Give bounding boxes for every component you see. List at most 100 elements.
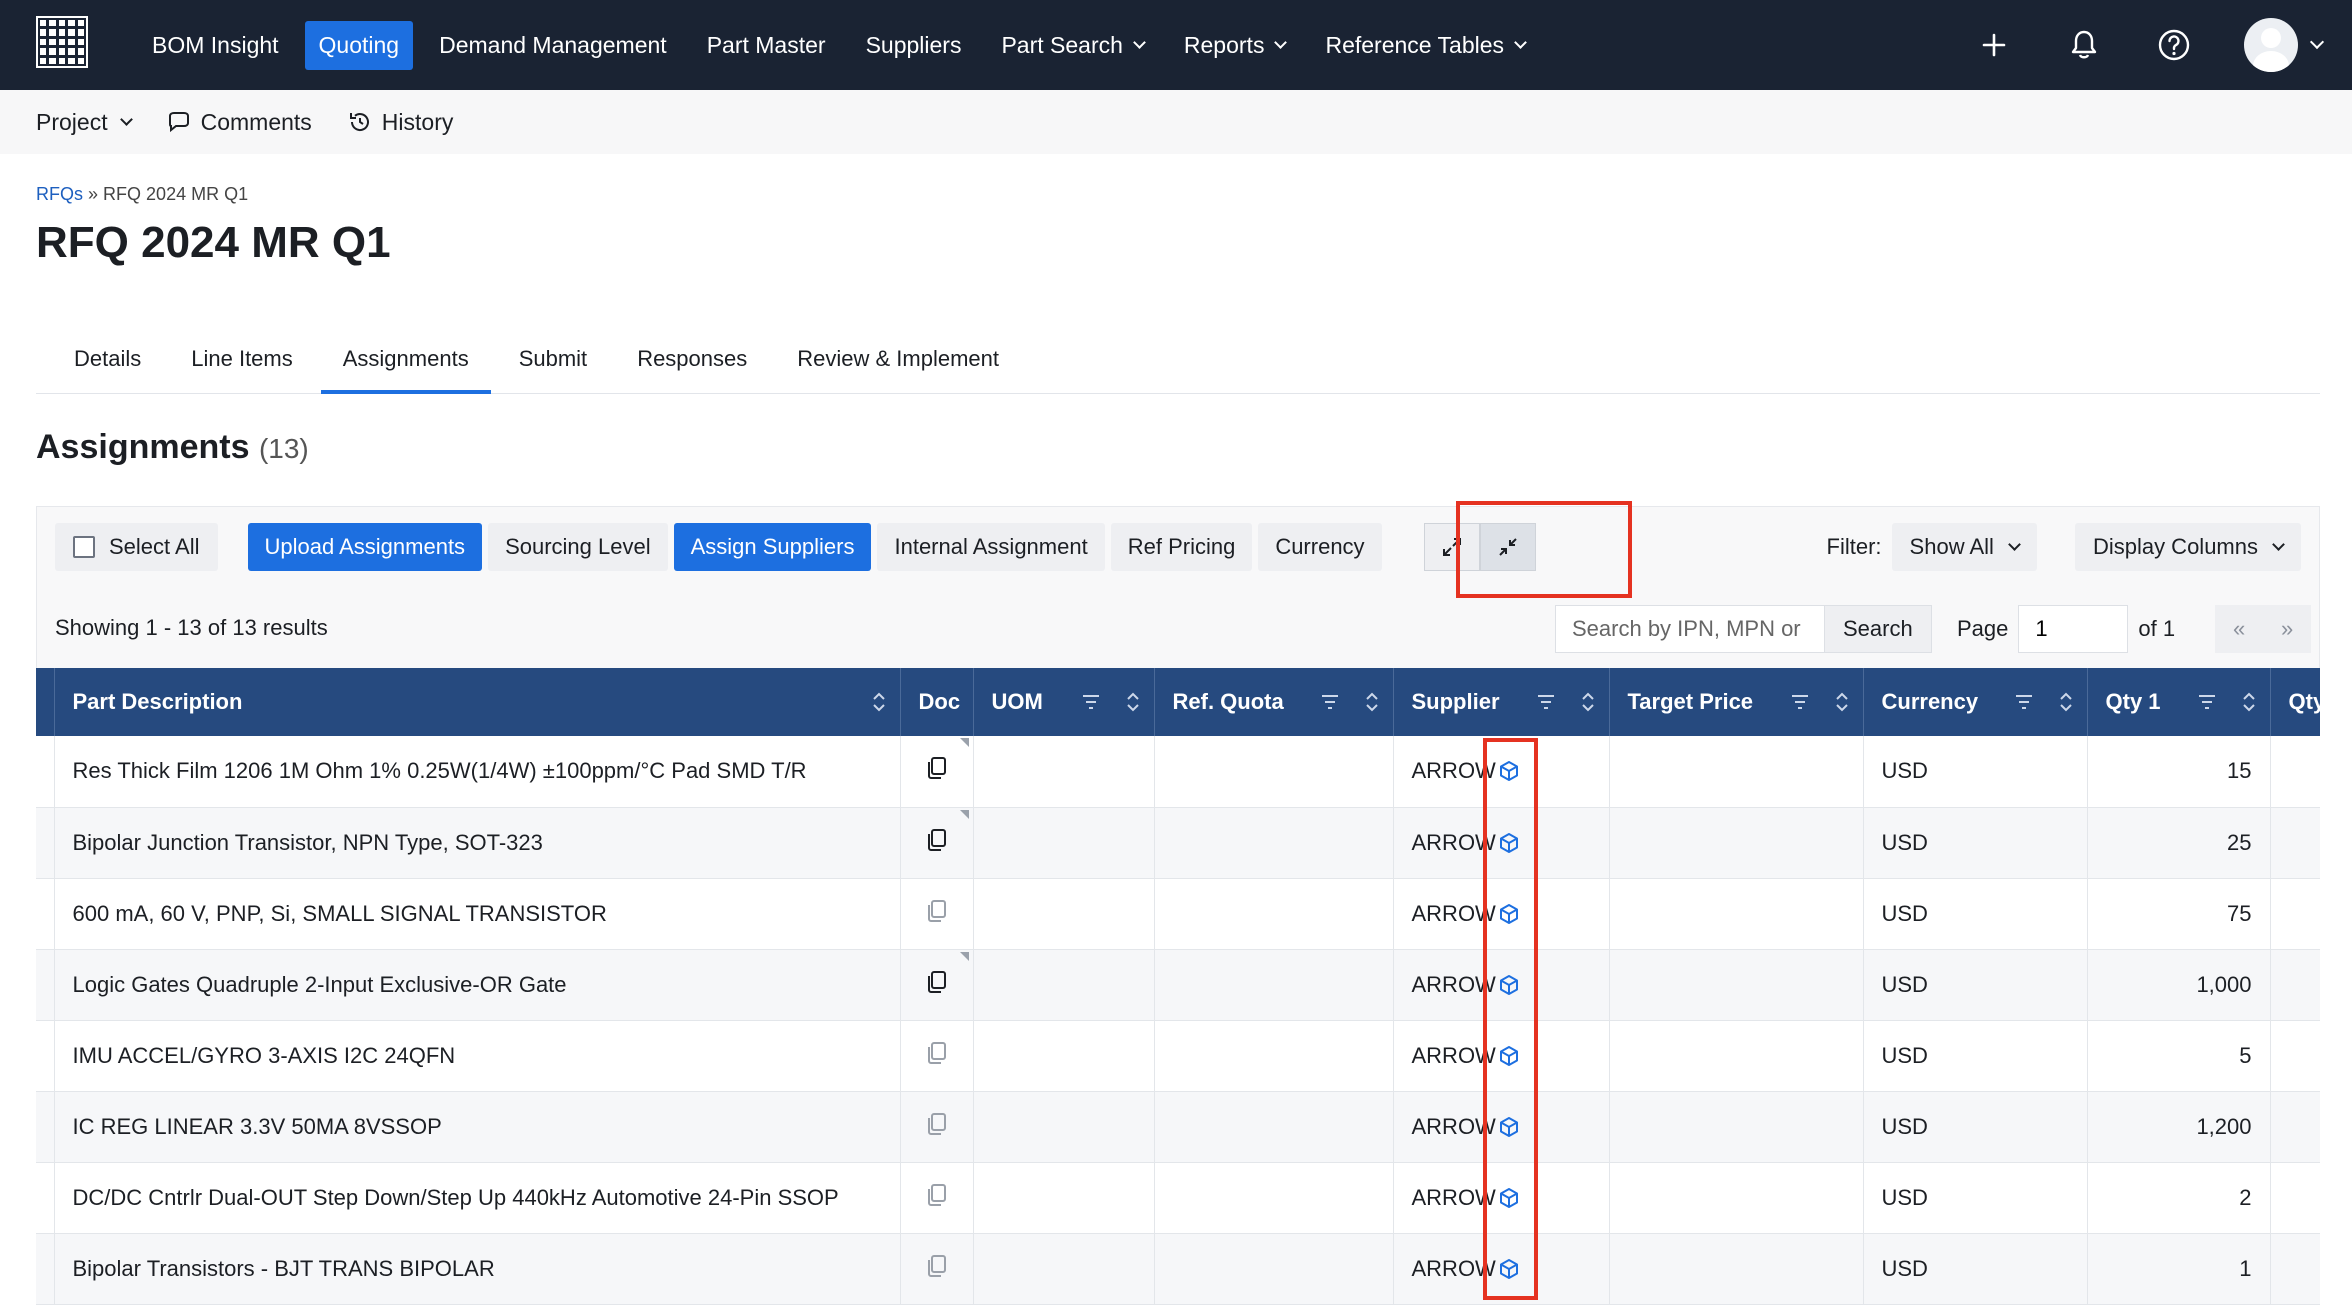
assign-suppliers-button[interactable]: Assign Suppliers [673, 523, 872, 571]
cell-supplier[interactable]: ARROW [1393, 807, 1610, 879]
cell-doc[interactable] [900, 1020, 974, 1092]
tab-details[interactable]: Details [36, 330, 163, 394]
sourcing-level-button[interactable]: Sourcing Level [488, 523, 668, 571]
cell-uom[interactable] [973, 807, 1155, 879]
filter-icon[interactable] [2198, 694, 2216, 710]
copy-document-icon[interactable] [926, 1183, 948, 1212]
cell-target-price[interactable] [1609, 878, 1864, 950]
cell-supplier[interactable]: ARROW [1393, 949, 1610, 1021]
nav-item-suppliers[interactable]: Suppliers [852, 21, 976, 70]
cell-doc[interactable] [900, 736, 974, 808]
copy-document-icon[interactable] [926, 899, 948, 928]
cell-part-description[interactable]: Res Thick Film 1206 1M Ohm 1% 0.25W(1/4W… [54, 736, 901, 808]
copy-document-icon[interactable] [926, 970, 948, 999]
tab-line-items[interactable]: Line Items [169, 330, 315, 394]
tab-submit[interactable]: Submit [497, 330, 609, 394]
cell-uom[interactable] [973, 949, 1155, 1021]
cell-supplier[interactable]: ARROW [1393, 1091, 1610, 1163]
filter-icon[interactable] [1082, 694, 1100, 710]
cell-qty-next[interactable] [2270, 807, 2320, 879]
supplier-package-icon[interactable] [1498, 1187, 1520, 1209]
cell-currency[interactable]: USD [1863, 949, 2088, 1021]
tab-responses[interactable]: Responses [615, 330, 769, 394]
cell-currency[interactable]: USD [1863, 878, 2088, 950]
th-qty1[interactable]: Qty 1 [2087, 668, 2271, 736]
filter-icon[interactable] [1791, 694, 1809, 710]
sort-icon[interactable] [2059, 692, 2073, 712]
display-columns-select[interactable]: Display Columns [2074, 523, 2301, 571]
th-currency[interactable]: Currency [1863, 668, 2088, 736]
cell-currency[interactable]: USD [1863, 1020, 2088, 1092]
bell-icon[interactable] [2064, 25, 2104, 65]
th-ref-quota[interactable]: Ref. Quota [1154, 668, 1394, 736]
cell-part-description[interactable]: 600 mA, 60 V, PNP, Si, SMALL SIGNAL TRAN… [54, 878, 901, 950]
cell-target-price[interactable] [1609, 1233, 1864, 1305]
cell-currency[interactable]: USD [1863, 807, 2088, 879]
th-target-price[interactable]: Target Price [1609, 668, 1864, 736]
select-all-checkbox[interactable] [73, 536, 95, 558]
cell-qty1[interactable]: 5 [2087, 1020, 2271, 1092]
breadcrumb-rfqs-link[interactable]: RFQs [36, 184, 83, 204]
search-button[interactable]: Search [1825, 605, 1932, 653]
prev-page-button[interactable]: « [2215, 605, 2264, 653]
copy-document-icon[interactable] [926, 828, 948, 857]
sort-icon[interactable] [1126, 692, 1140, 712]
cell-currency[interactable]: USD [1863, 1091, 2088, 1163]
supplier-package-icon[interactable] [1498, 1045, 1520, 1067]
nav-item-part-master[interactable]: Part Master [693, 21, 840, 70]
copy-document-icon[interactable] [926, 757, 948, 785]
cell-supplier[interactable]: ARROW [1393, 1020, 1610, 1092]
supplier-package-icon[interactable] [1498, 832, 1520, 854]
cell-ref-quota[interactable] [1154, 1020, 1394, 1092]
cell-qty-next[interactable] [2270, 736, 2320, 808]
cell-qty1[interactable]: 25 [2087, 807, 2271, 879]
cell-qty-next[interactable] [2270, 1020, 2320, 1092]
tab-assignments[interactable]: Assignments [320, 330, 491, 394]
cell-uom[interactable] [973, 736, 1155, 808]
sort-icon[interactable] [872, 692, 886, 712]
cell-supplier[interactable]: ARROW [1393, 1233, 1610, 1305]
sort-icon[interactable] [1835, 692, 1849, 712]
nav-item-reference-tables[interactable]: Reference Tables [1311, 21, 1539, 70]
cell-ref-quota[interactable] [1154, 1091, 1394, 1163]
cell-uom[interactable] [973, 1233, 1155, 1305]
sort-icon[interactable] [1581, 692, 1595, 712]
cell-doc[interactable] [900, 949, 974, 1021]
project-dropdown[interactable]: Project [36, 109, 133, 136]
th-part-description[interactable]: Part Description [54, 668, 901, 736]
cell-supplier[interactable]: ARROW [1393, 736, 1610, 808]
table-row[interactable]: DC/DC Cntrlr Dual-OUT Step Down/Step Up … [36, 1162, 2320, 1234]
cell-target-price[interactable] [1609, 1162, 1864, 1234]
help-icon[interactable] [2154, 25, 2194, 65]
cell-ref-quota[interactable] [1154, 1162, 1394, 1234]
th-supplier[interactable]: Supplier [1393, 668, 1610, 736]
sort-icon[interactable] [1365, 692, 1379, 712]
cell-part-description[interactable]: Bipolar Transistors - BJT TRANS BIPOLAR [54, 1233, 901, 1305]
page-number-input[interactable] [2018, 605, 2129, 653]
plus-icon[interactable] [1974, 25, 2014, 65]
upload-assignments-button[interactable]: Upload Assignments [247, 523, 483, 571]
cell-part-description[interactable]: IMU ACCEL/GYRO 3-AXIS I2C 24QFN [54, 1020, 901, 1092]
table-row[interactable]: IC REG LINEAR 3.3V 50MA 8VSSOP ARROW USD 1,… [36, 1091, 2320, 1163]
cell-target-price[interactable] [1609, 949, 1864, 1021]
cell-doc[interactable] [900, 1091, 974, 1163]
avatar[interactable] [2244, 18, 2298, 72]
cell-qty-next[interactable] [2270, 949, 2320, 1021]
nav-item-reports[interactable]: Reports [1170, 21, 1300, 70]
cell-doc[interactable] [900, 1162, 974, 1234]
history-link[interactable]: History [348, 109, 453, 136]
cell-qty-next[interactable] [2270, 1233, 2320, 1305]
search-input[interactable] [1555, 605, 1825, 653]
cell-uom[interactable] [973, 1162, 1155, 1234]
nav-item-quoting[interactable]: Quoting [304, 20, 414, 70]
currency-button[interactable]: Currency [1258, 523, 1382, 571]
user-menu[interactable] [2244, 18, 2325, 72]
cell-qty-next[interactable] [2270, 878, 2320, 950]
cell-target-price[interactable] [1609, 736, 1864, 808]
cell-ref-quota[interactable] [1154, 807, 1394, 879]
th-uom[interactable]: UOM [973, 668, 1155, 736]
cell-part-description[interactable]: DC/DC Cntrlr Dual-OUT Step Down/Step Up … [54, 1162, 901, 1234]
supplier-package-icon[interactable] [1498, 1258, 1520, 1280]
internal-assignment-button[interactable]: Internal Assignment [877, 523, 1105, 571]
cell-part-description[interactable]: IC REG LINEAR 3.3V 50MA 8VSSOP [54, 1091, 901, 1163]
